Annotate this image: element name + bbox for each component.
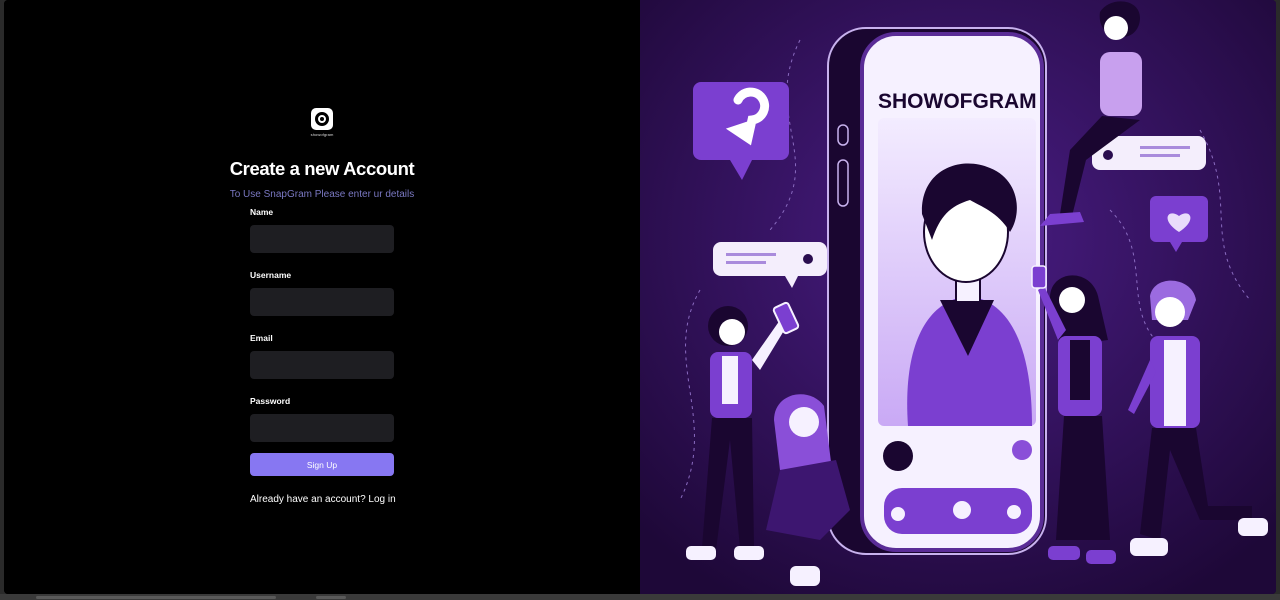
brand-logo: showofgram [310,108,334,137]
page-subtitle: To Use SnapGram Please enter ur details [229,189,415,200]
phone-title: SHOWOFGRAM [878,90,1037,113]
password-label: Password [250,396,291,406]
name-field[interactable] [250,225,394,253]
camera-logo-icon [311,108,333,130]
login-link[interactable]: Log in [368,494,395,505]
app-window: showofgram Create a new Account To Use S… [4,0,1276,594]
page-title: Create a new Account [229,158,415,179]
name-label: Name [250,207,274,217]
username-label: Username [250,270,292,280]
hero-illustration: SHOWOFGRAM [640,0,1276,594]
email-label: Email [250,333,273,343]
login-prompt-row: Already have an account? Log in [250,494,396,505]
password-field[interactable] [250,414,394,442]
login-prompt-text: Already have an account? [250,494,366,505]
username-field[interactable] [250,288,394,316]
window-scrollbar[interactable] [0,594,1280,600]
signup-panel: showofgram Create a new Account To Use S… [4,0,640,594]
brand-logo-text: showofgram [310,132,334,137]
illustration-art: SHOWOFGRAM [640,0,1276,594]
signup-form: Name Username Email Password Sign Up Alr… [250,207,396,505]
email-field[interactable] [250,351,394,379]
sign-up-button[interactable]: Sign Up [250,453,394,476]
